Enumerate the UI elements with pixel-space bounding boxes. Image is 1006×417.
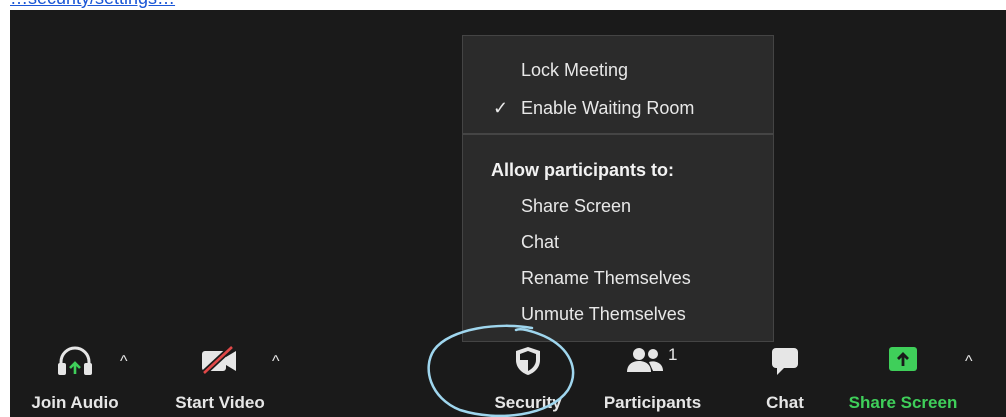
partial-link[interactable]: …security/settings…	[10, 0, 175, 8]
chat-button[interactable]: Chat	[750, 337, 820, 417]
participants-icon	[625, 345, 669, 380]
start-video-label: Start Video	[175, 393, 265, 412]
participants-count: 1	[668, 345, 678, 364]
share-screen-label: Share Screen	[848, 393, 958, 412]
security-menu: Lock Meeting ✓ Enable Waiting Room Allow…	[462, 35, 774, 342]
join-audio-label: Join Audio	[31, 393, 119, 412]
menu-divider	[463, 133, 773, 135]
menu-item-label: Enable Waiting Room	[521, 98, 695, 118]
shield-icon	[512, 345, 544, 382]
menu-item-enable-waiting-room[interactable]: ✓ Enable Waiting Room	[463, 90, 773, 126]
meeting-window: Lock Meeting ✓ Enable Waiting Room Allow…	[10, 10, 1006, 417]
video-options-caret-icon[interactable]: ^	[272, 353, 280, 371]
headphones-icon	[55, 345, 95, 382]
join-audio-button[interactable]: Join Audio	[20, 337, 130, 417]
menu-item-label: Rename Themselves	[521, 268, 691, 288]
chat-bubble-icon	[769, 345, 801, 382]
share-options-caret-icon[interactable]: ^	[965, 353, 973, 371]
security-button[interactable]: Security	[468, 337, 588, 417]
menu-item-label: Share Screen	[521, 196, 632, 216]
start-video-button[interactable]: Start Video	[165, 337, 275, 417]
zoom-screenshot: …security/settings… Lock Meeting ✓ Enabl…	[0, 0, 1006, 417]
security-label: Security	[494, 393, 562, 412]
menu-item-label: Lock Meeting	[521, 60, 629, 80]
participants-label: Participants	[603, 393, 702, 412]
menu-item-chat[interactable]: Chat	[463, 224, 773, 260]
share-screen-button[interactable]: Share Screen	[843, 337, 963, 417]
top-strip: …security/settings…	[0, 0, 1006, 10]
chat-label: Chat	[766, 393, 804, 412]
menu-item-lock-meeting[interactable]: Lock Meeting	[463, 52, 773, 88]
menu-item-label: Unmute Themselves	[521, 304, 686, 324]
menu-item-share-screen[interactable]: Share Screen	[463, 188, 773, 224]
audio-options-caret-icon[interactable]: ^	[120, 353, 128, 371]
checkmark-icon: ✓	[493, 98, 509, 118]
menu-item-label: Chat	[521, 232, 560, 252]
participants-button[interactable]: 1 Participants	[590, 337, 715, 417]
video-off-icon	[198, 344, 242, 380]
menu-heading-allow-participants: Allow participants to:	[491, 160, 675, 180]
menu-item-unmute-themselves[interactable]: Unmute Themselves	[463, 296, 773, 332]
menu-item-rename-themselves[interactable]: Rename Themselves	[463, 260, 773, 296]
share-screen-icon	[887, 345, 919, 378]
